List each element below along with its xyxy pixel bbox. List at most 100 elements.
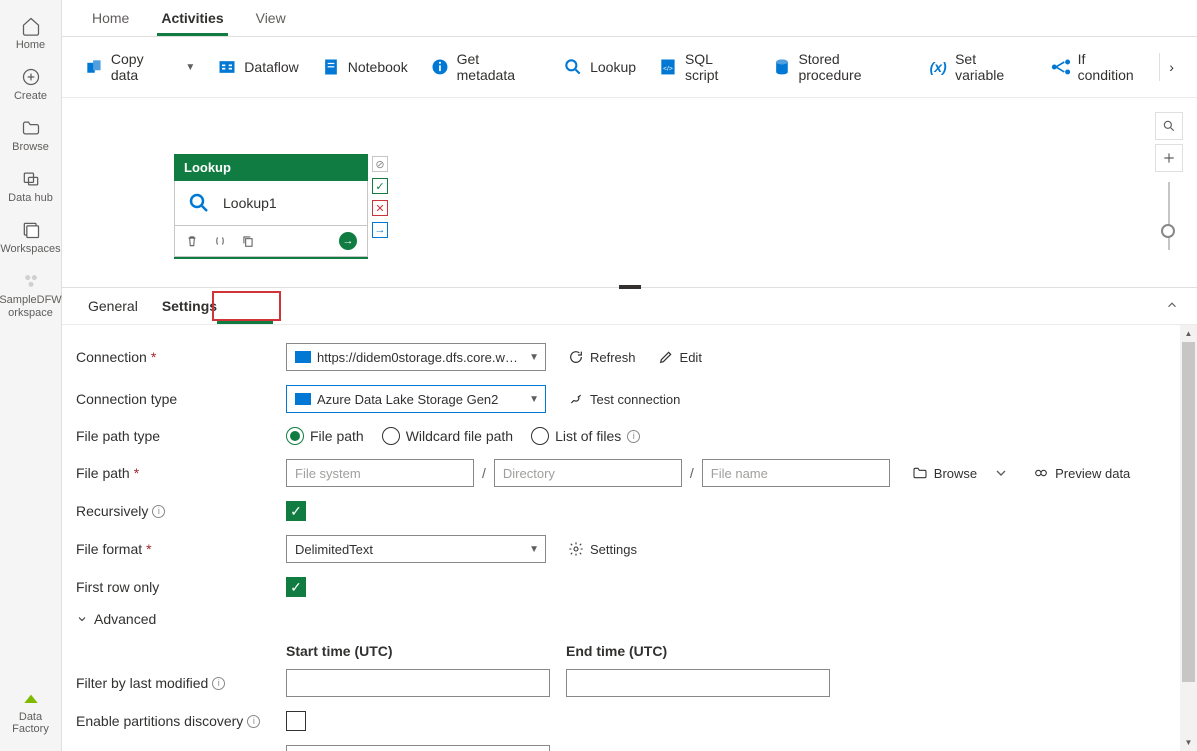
data-factory-icon [21, 688, 41, 708]
set-variable-icon: (x) [928, 57, 948, 77]
path-separator: / [474, 465, 494, 481]
collapse-panel-button[interactable] [1161, 294, 1183, 319]
toolbar-scroll-right[interactable]: › [1159, 53, 1183, 81]
info-icon[interactable]: i [627, 430, 640, 443]
tab-home[interactable]: Home [76, 0, 145, 36]
radio-wildcard-path[interactable]: Wildcard file path [382, 427, 513, 445]
scroll-up-arrow[interactable]: ▲ [1180, 325, 1197, 342]
code-icon[interactable] [213, 234, 227, 248]
browse-dropdown[interactable] [985, 465, 1017, 481]
folder-icon [912, 465, 928, 481]
format-settings-button[interactable]: Settings [560, 541, 645, 557]
edit-icon [658, 349, 674, 365]
connection-type-dropdown[interactable]: Azure Data Lake Storage Gen2 ▼ [286, 385, 546, 413]
tab-view[interactable]: View [240, 0, 302, 36]
lookup-activity-node[interactable]: Lookup Lookup1 → [174, 154, 368, 257]
node-name: Lookup1 [223, 195, 277, 211]
node-type-label: Lookup [174, 154, 368, 181]
sidebar-item-datahub[interactable]: Data hub [0, 161, 61, 212]
info-icon[interactable]: i [152, 505, 165, 518]
sidebar-item-datafactory[interactable]: Data Factory [0, 680, 61, 743]
info-icon[interactable]: i [212, 677, 225, 690]
max-concurrent-input[interactable] [286, 745, 550, 751]
toolbar-sql-script[interactable]: </> SQL script [650, 45, 757, 89]
delete-icon[interactable] [185, 234, 199, 248]
sidebar-item-browse[interactable]: Browse [0, 110, 61, 161]
toolbar-lookup[interactable]: Lookup [555, 51, 644, 83]
file-name-input[interactable] [702, 459, 890, 487]
connection-dropdown[interactable]: https://didem0storage.dfs.core.w… ▼ [286, 343, 546, 371]
sidebar-label: Data hub [8, 192, 53, 204]
run-icon[interactable]: → [339, 232, 357, 250]
edit-button[interactable]: Edit [650, 349, 710, 365]
canvas-search-button[interactable] [1155, 112, 1183, 140]
sidebar-item-home[interactable]: Home [0, 8, 61, 59]
activities-toolbar: Copy data ▼ Dataflow Notebook Get metada… [62, 37, 1197, 98]
handle-success-icon[interactable]: ✓ [372, 178, 388, 194]
test-connection-button[interactable]: Test connection [560, 391, 688, 407]
enable-partitions-checkbox[interactable] [286, 711, 306, 731]
refresh-button[interactable]: Refresh [560, 349, 644, 365]
scrollbar-thumb[interactable] [1182, 342, 1195, 682]
sidebar-item-workspaces[interactable]: Workspaces [0, 212, 61, 263]
toolbar-if-condition[interactable]: If condition [1043, 45, 1153, 89]
file-system-input[interactable] [286, 459, 474, 487]
pipeline-canvas[interactable]: Lookup Lookup1 → ⊘ ✓ ✕ → [62, 98, 1197, 288]
first-row-only-checkbox[interactable]: ✓ [286, 577, 306, 597]
directory-input[interactable] [494, 459, 682, 487]
handle-completion-icon[interactable]: → [372, 222, 388, 238]
enable-partitions-label: Enable partitions discovery i [76, 713, 286, 729]
browse-button[interactable]: Browse [904, 465, 985, 481]
dataflow-icon [217, 57, 237, 77]
radio-file-path[interactable]: File path [286, 427, 364, 445]
toolbar-notebook[interactable]: Notebook [313, 51, 416, 83]
preview-icon [1033, 465, 1049, 481]
svg-text:</>: </> [663, 65, 673, 72]
toolbar-label: SQL script [685, 51, 750, 83]
connection-type-label: Connection type [76, 391, 286, 407]
canvas-add-button[interactable] [1155, 144, 1183, 172]
file-format-dropdown[interactable]: DelimitedText ▼ [286, 535, 546, 563]
toolbar-copy-data[interactable]: Copy data ▼ [76, 45, 203, 89]
file-path-label: File path * [76, 465, 286, 481]
toolbar-label: If condition [1078, 51, 1145, 83]
sidebar-label: Home [16, 39, 45, 51]
if-condition-icon [1051, 57, 1071, 77]
props-tab-general[interactable]: General [76, 288, 150, 324]
toolbar-get-metadata[interactable]: Get metadata [422, 45, 549, 89]
toolbar-stored-procedure[interactable]: Stored procedure [764, 45, 915, 89]
preview-data-button[interactable]: Preview data [1025, 465, 1138, 481]
recursively-checkbox[interactable]: ✓ [286, 501, 306, 521]
handle-failure-icon[interactable]: ✕ [372, 200, 388, 216]
toolbar-set-variable[interactable]: (x) Set variable [920, 45, 1037, 89]
test-connection-icon [568, 391, 584, 407]
toolbar-label: Notebook [348, 59, 408, 75]
zoom-slider[interactable] [1168, 182, 1170, 250]
start-time-input[interactable] [286, 669, 550, 697]
chevron-down-icon: ▼ [185, 62, 195, 73]
search-icon [1162, 119, 1176, 133]
clone-icon[interactable] [241, 234, 255, 248]
info-icon[interactable]: i [247, 715, 260, 728]
props-tab-settings[interactable]: Settings [150, 288, 229, 324]
radio-list-of-files[interactable]: List of filesi [531, 427, 640, 445]
end-time-header: End time (UTC) [566, 643, 830, 659]
slider-thumb[interactable] [1161, 224, 1175, 238]
sidebar-item-create[interactable]: Create [0, 59, 61, 110]
end-time-input[interactable] [566, 669, 830, 697]
sidebar-item-sample-workspace[interactable]: SampleDFW orkspace [0, 263, 61, 326]
workspace-instance-icon [21, 271, 41, 291]
workspaces-icon [21, 220, 41, 240]
sidebar-label: Create [14, 90, 47, 102]
scrollbar[interactable]: ▲ ▼ [1180, 325, 1197, 751]
connection-type-value: Azure Data Lake Storage Gen2 [317, 392, 498, 407]
tab-activities[interactable]: Activities [145, 0, 239, 36]
datahub-icon [21, 169, 41, 189]
toolbar-dataflow[interactable]: Dataflow [209, 51, 306, 83]
file-format-label: File format * [76, 541, 286, 557]
lookup-icon [187, 191, 211, 215]
handle-deactivate-icon[interactable]: ⊘ [372, 156, 388, 172]
first-row-only-label: First row only [76, 579, 286, 595]
advanced-section-toggle[interactable]: Advanced [76, 611, 1183, 627]
scroll-down-arrow[interactable]: ▼ [1180, 734, 1197, 751]
